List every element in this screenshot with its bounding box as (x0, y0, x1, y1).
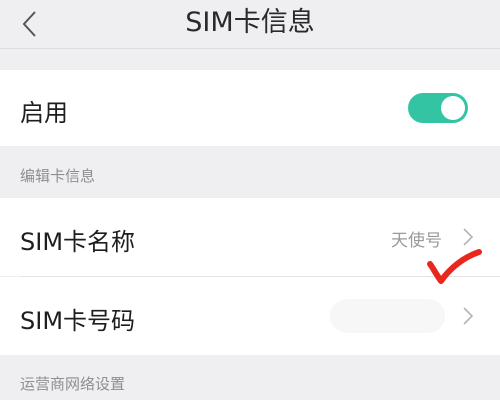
section-header-edit-card-info: 编辑卡信息 (20, 167, 96, 185)
divider (0, 48, 500, 49)
chevron-left-icon (22, 11, 36, 37)
sim-number-label: SIM卡号码 (20, 307, 136, 335)
sim-number-row[interactable]: SIM卡号码 (0, 277, 500, 355)
toggle-knob (441, 96, 465, 120)
chevron-right-icon (463, 228, 474, 246)
section-header-carrier-network: 运营商网络设置 (20, 375, 126, 393)
sim-name-label: SIM卡名称 (20, 228, 136, 256)
sim-name-row[interactable]: SIM卡名称 天使号 (0, 198, 500, 276)
sim-number-value-redacted (330, 299, 445, 333)
page-title: SIM卡信息 (185, 7, 315, 38)
enable-toggle[interactable] (408, 93, 468, 123)
back-button[interactable] (10, 4, 50, 44)
top-bar: SIM卡信息 (0, 0, 500, 48)
enable-label: 启用 (20, 99, 68, 127)
red-check-mark-icon (427, 249, 482, 284)
chevron-right-icon (463, 307, 474, 325)
